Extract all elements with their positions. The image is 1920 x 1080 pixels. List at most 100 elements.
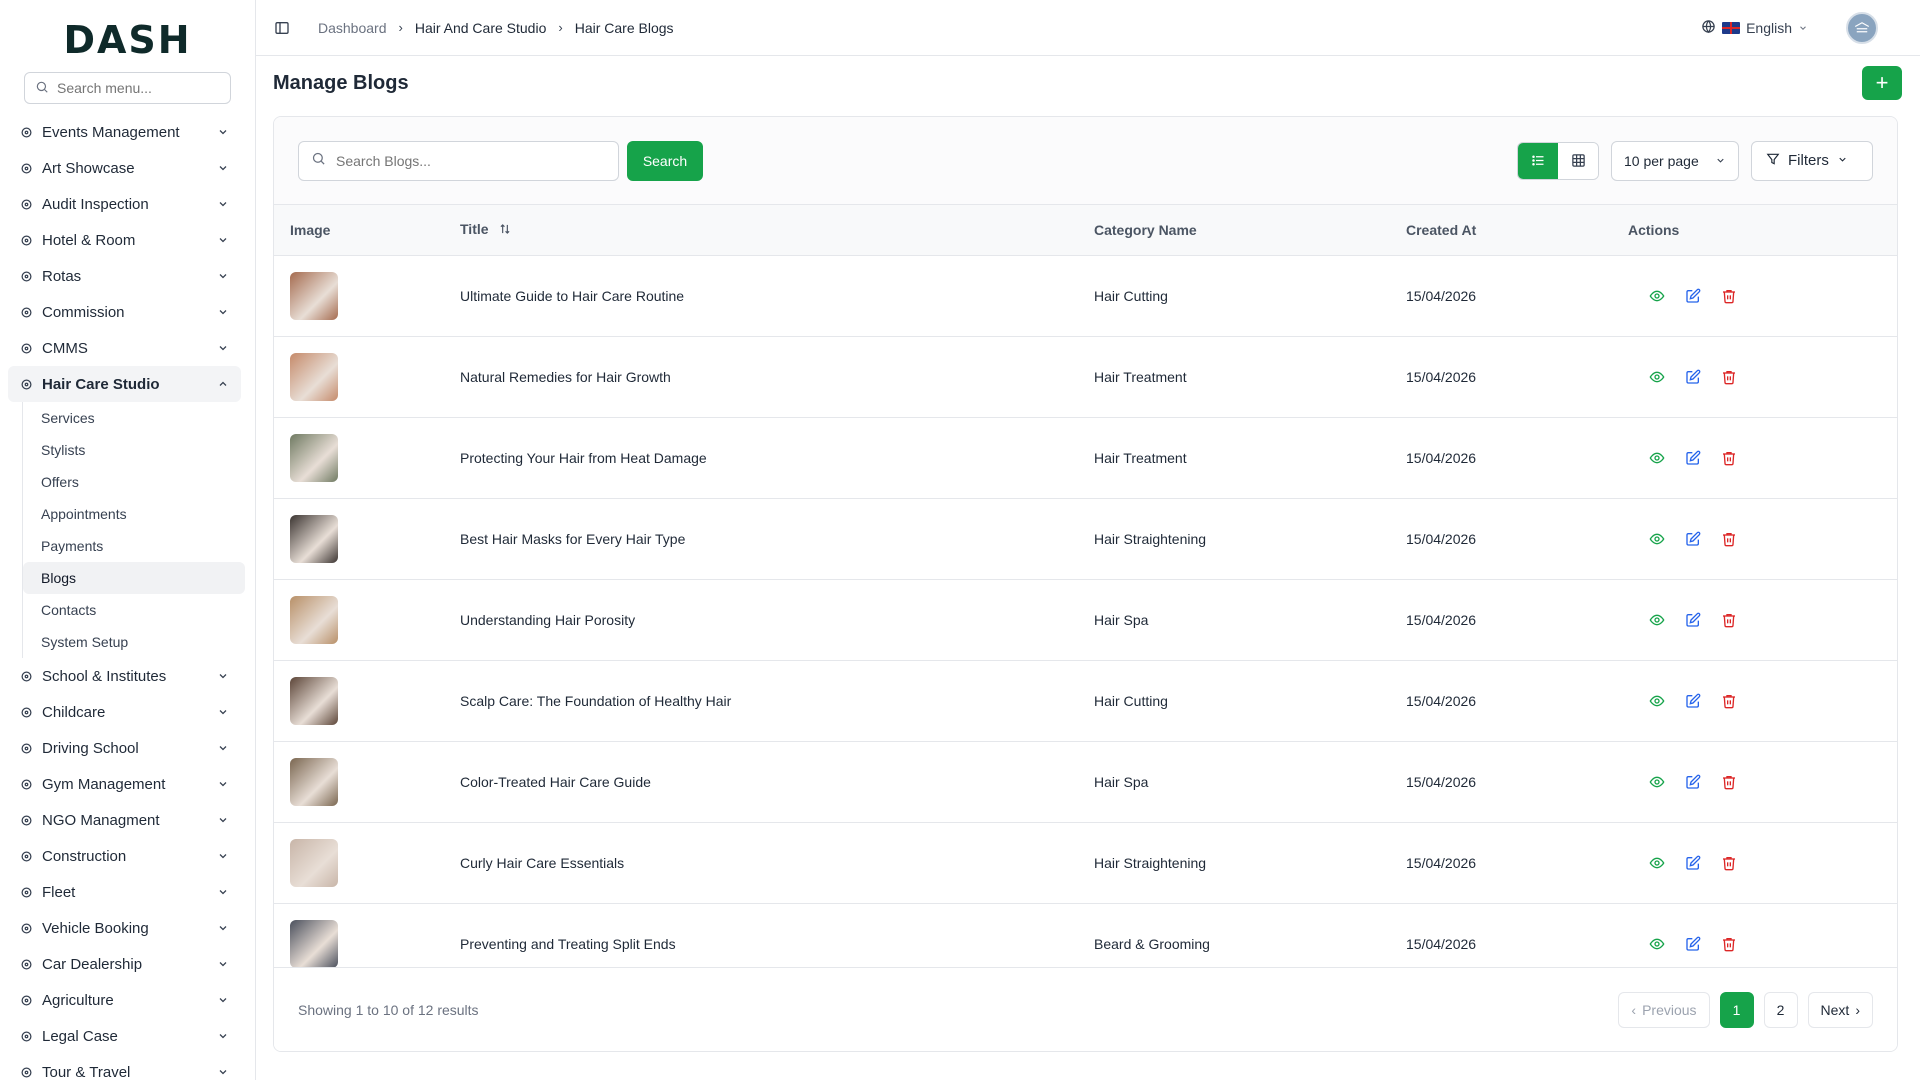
delete-icon[interactable] [1720,692,1738,710]
edit-icon[interactable] [1684,692,1702,710]
view-icon[interactable] [1648,611,1666,629]
edit-icon[interactable] [1684,287,1702,305]
cell-image [274,579,444,660]
sidebar-item-car-dealership[interactable]: Car Dealership [8,946,241,982]
sidebar-item-ngo-managment[interactable]: NGO Managment [8,802,241,838]
per-page-select[interactable]: 10 per page [1611,140,1739,181]
edit-icon[interactable] [1684,935,1702,953]
edit-icon[interactable] [1684,611,1702,629]
view-icon[interactable] [1648,692,1666,710]
delete-icon[interactable] [1720,935,1738,953]
sidebar-item-rotas[interactable]: Rotas [8,258,241,294]
table-wrapper[interactable]: Image Title Category Name Created At Act… [274,205,1897,967]
sidebar-item-agriculture[interactable]: Agriculture [8,982,241,1018]
sidebar-item-label: Vehicle Booking [42,919,149,937]
view-icon[interactable] [1648,773,1666,791]
language-selector[interactable]: English [1701,19,1808,37]
page-2-button[interactable]: 2 [1763,991,1798,1028]
sidebar-menu: Events Management Art Showcase Audit Inspe… [0,114,255,402]
sidebar-item-hotel-room[interactable]: Hotel & Room [8,222,241,258]
page-1-button[interactable]: 1 [1719,991,1754,1028]
view-icon[interactable] [1648,449,1666,467]
view-icon[interactable] [1648,368,1666,386]
search-button[interactable]: Search [627,140,703,181]
blog-search[interactable] [298,140,619,181]
delete-icon[interactable] [1720,368,1738,386]
edit-icon[interactable] [1684,773,1702,791]
grid-view-icon[interactable] [1558,142,1598,179]
sidebar-search-input[interactable] [57,80,227,96]
sidebar-item-audit-inspection[interactable]: Audit Inspection [8,186,241,222]
submenu-item-blogs[interactable]: Blogs [23,562,245,594]
blog-thumbnail [290,676,338,725]
chevron-down-icon [217,921,231,935]
view-icon[interactable] [1648,854,1666,872]
sidebar-item-label: Fleet [42,883,76,901]
edit-icon[interactable] [1684,449,1702,467]
crane-icon [18,848,34,864]
sidebar-toggle-icon[interactable] [274,18,294,38]
view-icon[interactable] [1648,530,1666,548]
delete-icon[interactable] [1720,854,1738,872]
sidebar-item-school-institutes[interactable]: School & Institutes [8,658,241,694]
col-image: Image [290,221,331,238]
submenu-item-payments[interactable]: Payments [23,530,245,562]
sidebar-item-driving-school[interactable]: Driving School [8,730,241,766]
chevron-down-icon [217,1029,231,1043]
delete-icon[interactable] [1720,773,1738,791]
blog-search-input[interactable] [336,152,596,169]
breadcrumb-studio[interactable]: Hair And Care Studio [415,20,547,36]
sidebar-item-commission[interactable]: Commission [8,294,241,330]
cell-title: Natural Remedies for Hair Growth [460,368,671,385]
sidebar-item-vehicle-booking[interactable]: Vehicle Booking [8,910,241,946]
sidebar-item-construction[interactable]: Construction [8,838,241,874]
sidebar-item-hair-care-studio[interactable]: Hair Care Studio [8,366,241,402]
chevron-down-icon [217,849,231,863]
submenu-item-offers[interactable]: Offers [23,466,245,498]
delete-icon[interactable] [1720,530,1738,548]
car-booking-icon [18,920,34,936]
user-avatar[interactable] [1846,11,1878,44]
sidebar-item-label: Hotel & Room [42,231,136,249]
list-view-icon[interactable] [1518,142,1558,179]
sidebar-item-tour-travel[interactable]: Tour & Travel [8,1054,241,1080]
edit-icon[interactable] [1684,530,1702,548]
add-blog-button[interactable]: + [1862,66,1902,100]
submenu-item-services[interactable]: Services [23,402,245,434]
delete-icon[interactable] [1720,449,1738,467]
sidebar-item-legal-case[interactable]: Legal Case [8,1018,241,1054]
sort-icon[interactable] [498,223,512,239]
chevron-down-icon [217,813,231,827]
sidebar-item-gym-management[interactable]: Gym Management [8,766,241,802]
sidebar-item-cmms[interactable]: CMMS [8,330,241,366]
next-label: Next [1820,1001,1850,1018]
sidebar-item-childcare[interactable]: Childcare [8,694,241,730]
hand-heart-icon [18,812,34,828]
brand-logo[interactable]: DASH [0,0,255,80]
prev-page-button[interactable]: ‹ Previous [1618,991,1710,1028]
delete-icon[interactable] [1720,287,1738,305]
truck-icon [18,884,34,900]
cell-actions [1612,903,1897,967]
calendar-clock-icon [18,268,34,284]
sidebar-item-events-management[interactable]: Events Management [8,114,241,150]
view-icon[interactable] [1648,935,1666,953]
chevron-down-icon [217,161,231,175]
delete-icon[interactable] [1720,611,1738,629]
main-content: Manage Blogs + Search Blogs... Search 10… [256,56,1920,1080]
sidebar-item-fleet[interactable]: Fleet [8,874,241,910]
filters-button[interactable]: Filters [1751,140,1873,181]
edit-icon[interactable] [1684,854,1702,872]
edit-icon[interactable] [1684,368,1702,386]
submenu-item-appointments[interactable]: Appointments [23,498,245,530]
breadcrumb-dashboard[interactable]: Dashboard [318,20,387,36]
submenu-item-contacts[interactable]: Contacts [23,594,245,626]
submenu-item-stylists[interactable]: Stylists [23,434,245,466]
sidebar-item-art-showcase[interactable]: Art Showcase [8,150,241,186]
submenu-item-system-setup[interactable]: System Setup [23,626,245,658]
col-title[interactable]: Title [444,205,1078,255]
next-page-button[interactable]: Next › [1807,991,1873,1028]
view-icon[interactable] [1648,287,1666,305]
chevron-down-icon [1715,153,1726,169]
sidebar-search[interactable] [24,72,231,104]
